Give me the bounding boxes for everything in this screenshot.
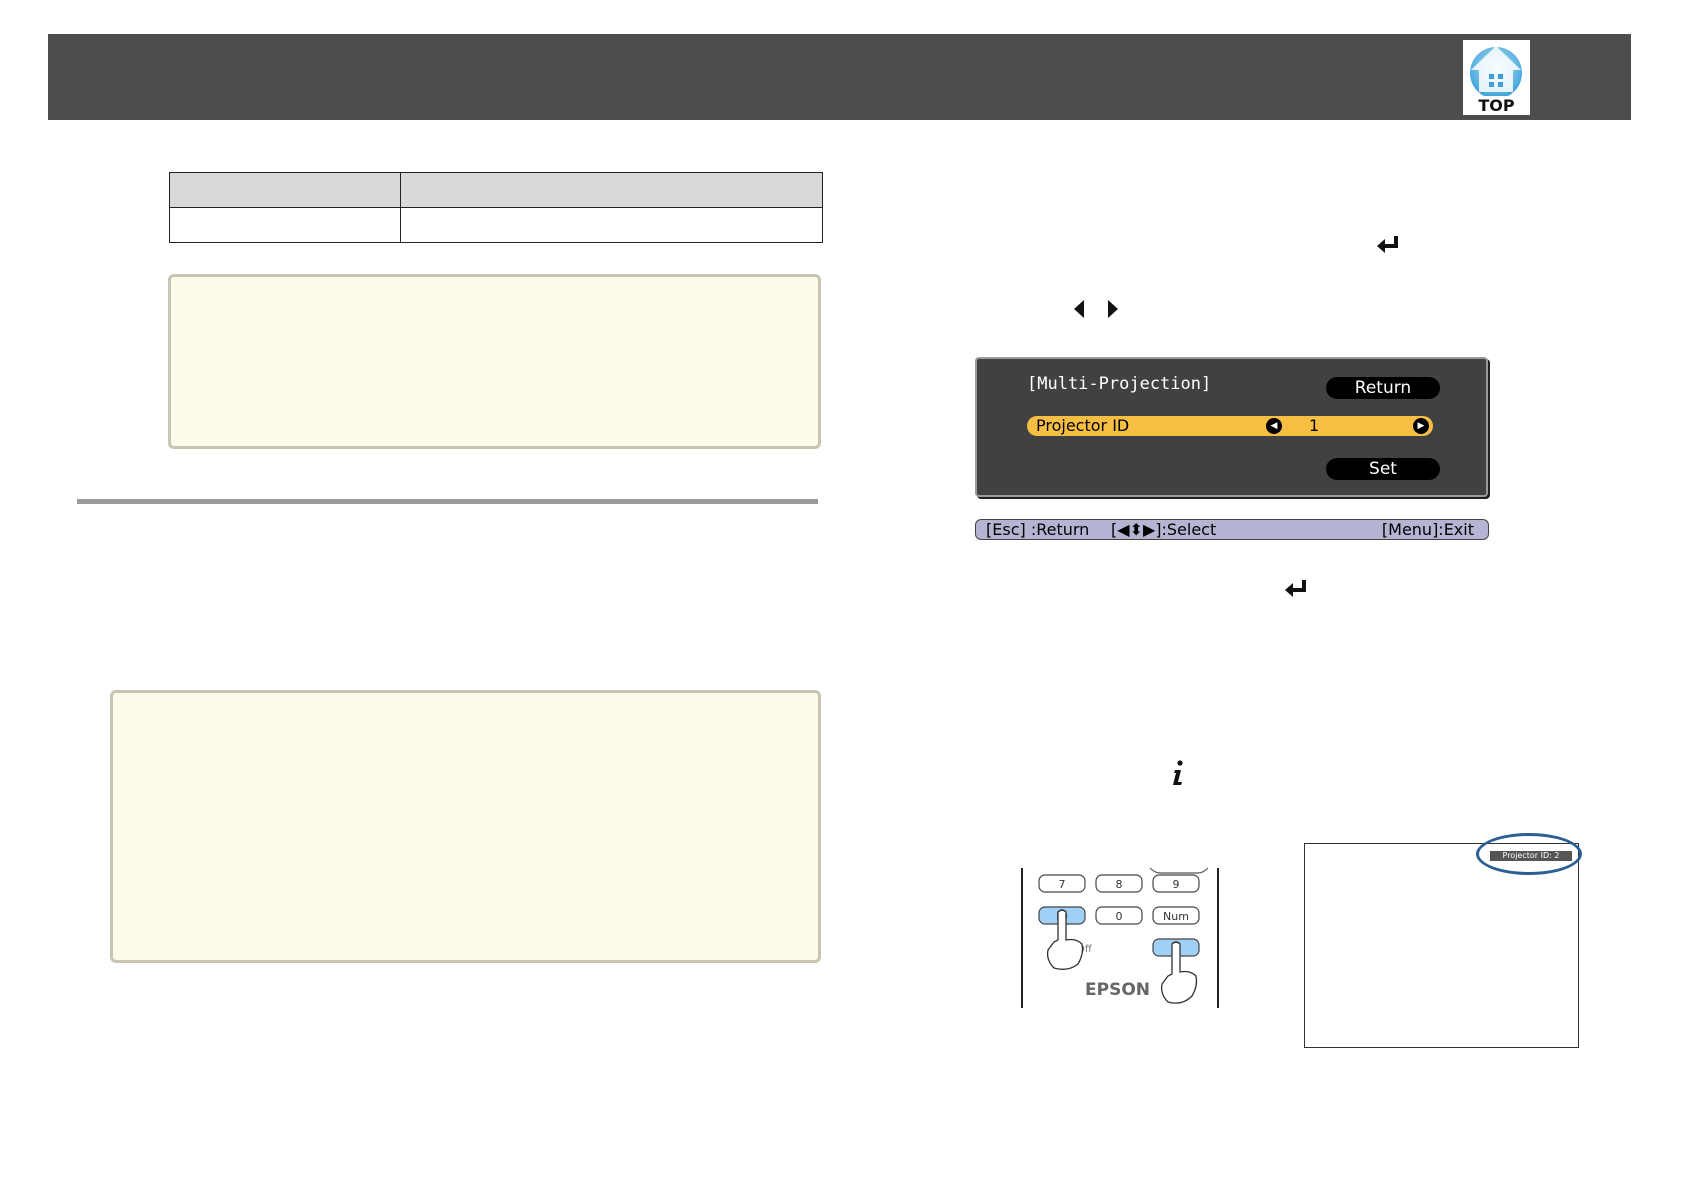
set-button[interactable]: Set — [1326, 458, 1440, 480]
remote-key-8[interactable]: 8 — [1095, 874, 1143, 893]
status-exit-text: [Menu]:Exit — [1381, 520, 1474, 539]
remote-brand-label: EPSON — [1085, 980, 1150, 1000]
svg-text:9: 9 — [1173, 878, 1180, 891]
callout-ellipse — [1476, 833, 1582, 875]
status-select-text: [◀⬍▶]:Select — [1111, 520, 1217, 539]
svg-text:8: 8 — [1116, 878, 1123, 891]
top-button[interactable]: TOP — [1463, 40, 1530, 115]
svg-text:0: 0 — [1116, 910, 1123, 923]
status-esc-text: [Esc] :Return — [986, 520, 1090, 539]
projector-id-row[interactable]: Projector ID ◀ 1 ▶ — [1027, 416, 1433, 436]
projector-id-label: Projector ID — [1036, 416, 1130, 435]
increase-arrow-icon[interactable]: ▶ — [1413, 418, 1429, 434]
info-icon — [1171, 760, 1185, 789]
remote-key-9[interactable]: 9 — [1152, 874, 1200, 893]
remote-key-0[interactable]: 0 — [1095, 906, 1143, 925]
note-box — [110, 690, 821, 963]
multi-projection-menu: [Multi-Projection] Return Projector ID ◀… — [975, 357, 1488, 497]
remote-key-num[interactable]: Num — [1152, 906, 1200, 925]
enter-icon — [1283, 578, 1309, 603]
note-box — [168, 274, 821, 449]
left-right-arrows-icon — [1073, 298, 1119, 323]
menu-title: [Multi-Projection] — [1027, 374, 1212, 394]
return-button[interactable]: Return — [1326, 377, 1440, 399]
table-header-cell — [169, 172, 401, 208]
top-home-icon — [1470, 46, 1522, 96]
table-cell — [400, 207, 823, 243]
projector-id-value: 1 — [1309, 416, 1320, 435]
section-divider — [77, 499, 818, 504]
enter-icon — [1375, 234, 1401, 259]
table-header-row — [169, 172, 823, 208]
remote-control-illustration: 7 8 9 ID 0 Num Off i EPSON — [1010, 860, 1250, 1014]
svg-text:Num: Num — [1163, 910, 1189, 923]
table-cell — [169, 207, 401, 243]
top-label: TOP — [1478, 96, 1515, 115]
svg-text:7: 7 — [1059, 878, 1066, 891]
header-bar — [48, 34, 1631, 120]
decrease-arrow-icon[interactable]: ◀ — [1266, 418, 1282, 434]
remote-key-7[interactable]: 7 — [1038, 874, 1086, 893]
menu-status-bar: [Esc] :Return [◀⬍▶]:Select [Menu]:Exit — [975, 519, 1489, 540]
table-header-cell — [400, 172, 823, 208]
spec-table — [169, 172, 823, 243]
table-row — [169, 207, 823, 243]
